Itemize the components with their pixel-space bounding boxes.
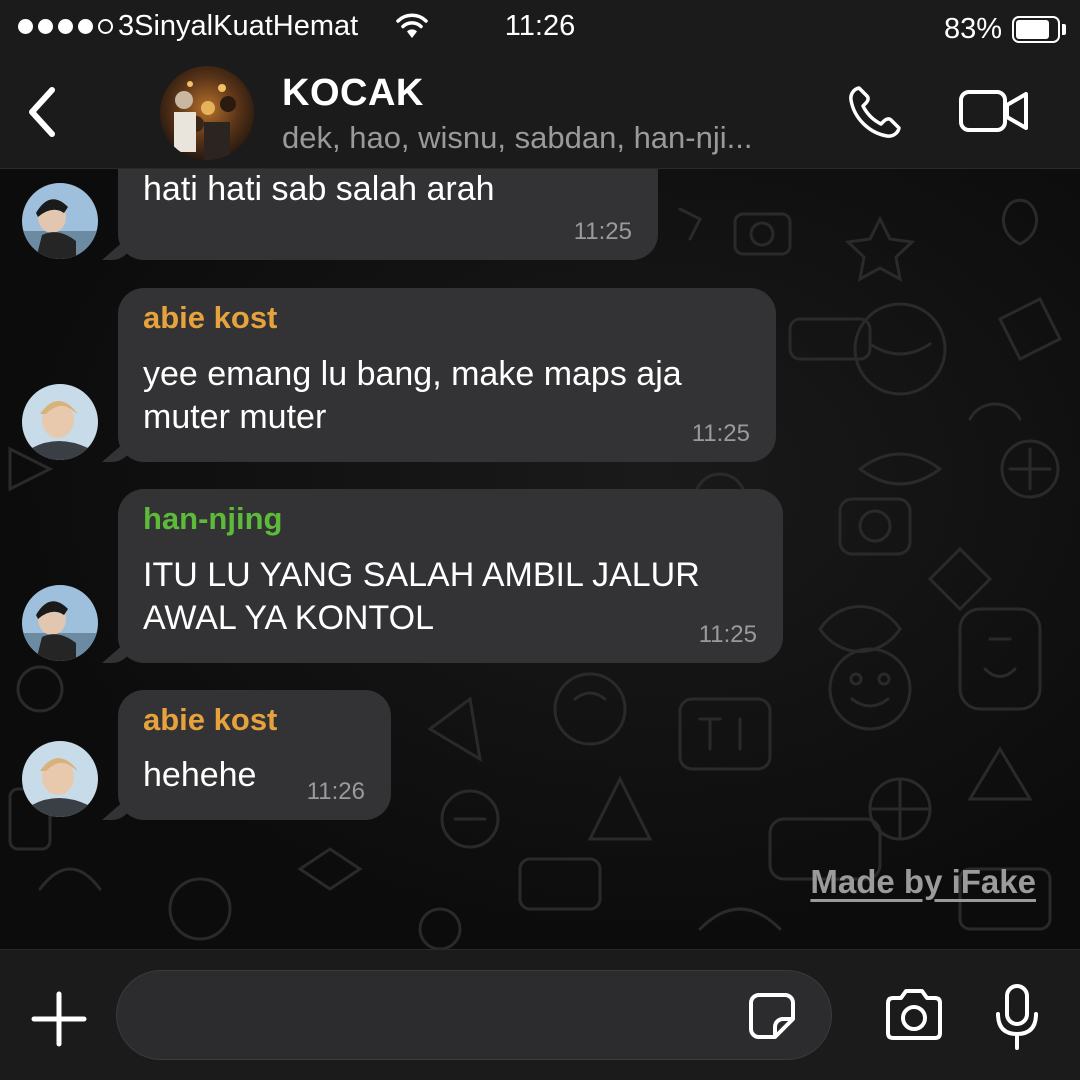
chat-screen: 3SinyalKuatHemat 11:26 83% KOCAK dek, ha… [0,0,1080,1080]
group-avatar[interactable] [160,66,254,160]
battery-fill [1016,20,1049,39]
message-input-bar [0,949,1080,1080]
message-list[interactable]: han-njing hati hati sab salah arah 11:25… [0,169,1080,949]
status-bar: 3SinyalKuatHemat 11:26 83% [0,0,1080,56]
message-time: 11:25 [698,621,757,648]
group-members[interactable]: dek, hao, wisnu, sabdan, han-nji... [282,120,752,156]
message-time: 11:25 [691,420,750,447]
chat-header: KOCAK dek, hao, wisnu, sabdan, han-nji..… [0,56,1080,169]
message-time: 11:26 [306,778,365,805]
message-bubble[interactable]: han-njing hati hati sab salah arah 11:25 [118,169,658,260]
avatar-abie-kost[interactable] [22,741,98,817]
status-time: 11:26 [504,10,576,42]
sticker-icon[interactable] [747,991,797,1041]
message-bubble[interactable]: han-njing ITU LU YANG SALAH AMBIL JALUR … [118,489,783,663]
avatar-abie-kost[interactable] [22,384,98,460]
back-chevron-icon[interactable] [20,82,64,142]
message-sender: abie kost [143,300,278,335]
battery-icon [1012,16,1068,43]
camera-icon[interactable] [882,987,946,1043]
message-sender: han-njing [143,501,283,536]
message-time: 11:25 [573,218,632,245]
battery-percent: 83% [943,13,1002,45]
message-sender: abie kost [143,702,278,737]
message-text: yee emang lu bang, make maps aja muter m… [143,355,682,436]
video-camera-icon[interactable] [958,86,1030,136]
avatar-han-njing[interactable] [22,585,98,661]
message-text: hehehe [143,756,257,794]
message-input[interactable] [116,970,832,1060]
message-bubble[interactable]: abie kost hehehe 11:26 [118,690,391,820]
microphone-icon[interactable] [992,982,1042,1052]
phone-icon[interactable] [845,82,905,142]
avatar-han-njing[interactable] [22,183,98,259]
group-title[interactable]: KOCAK [282,72,424,115]
watermark-link[interactable]: Made by iFake [810,863,1036,901]
plus-icon[interactable] [30,990,88,1048]
message-bubble[interactable]: abie kost yee emang lu bang, make maps a… [118,288,776,462]
message-text: ITU LU YANG SALAH AMBIL JALUR AWAL YA KO… [143,556,700,637]
message-text: hati hati sab salah arah [143,170,495,208]
